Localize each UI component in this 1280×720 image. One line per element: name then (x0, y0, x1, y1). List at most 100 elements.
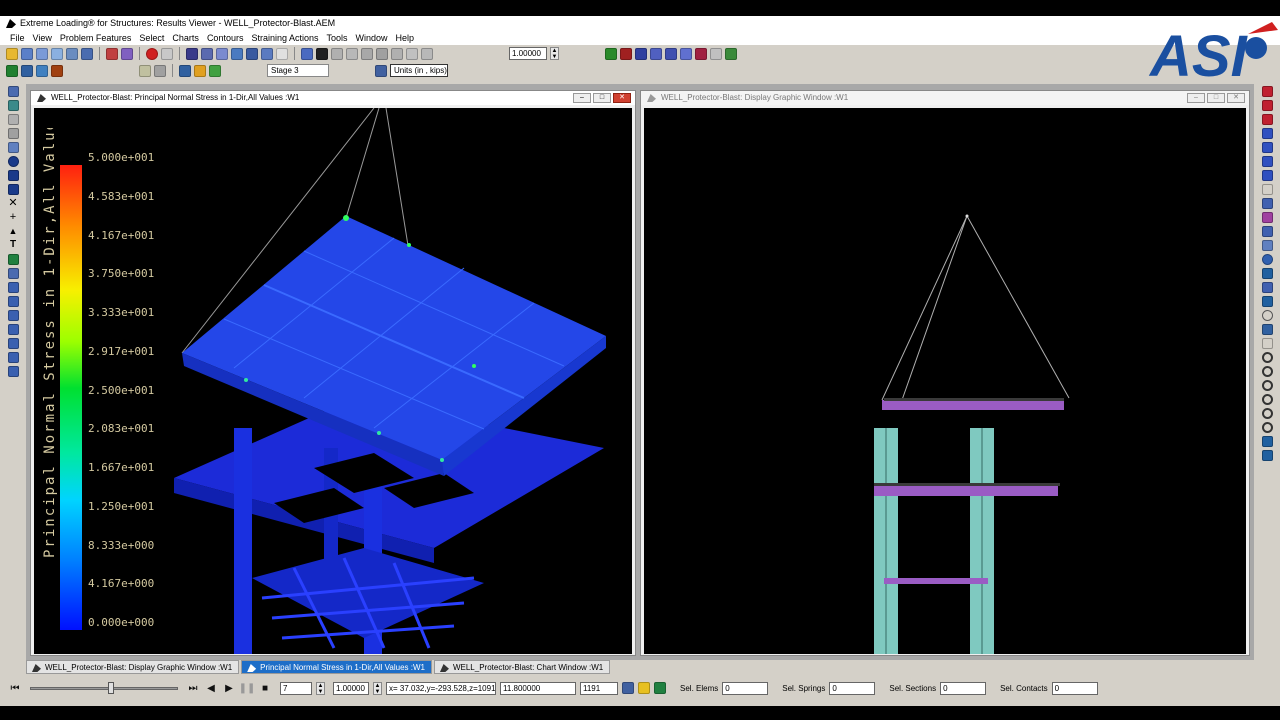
rewind-icon[interactable]: ⏮ (8, 682, 22, 695)
play-icon[interactable]: ▶ (222, 682, 236, 695)
menu-view[interactable]: View (29, 31, 56, 45)
scale-spinner[interactable]: ▲ ▼ (550, 47, 559, 60)
print-icon[interactable] (51, 47, 63, 60)
save-icon[interactable] (21, 47, 33, 60)
menu-tools[interactable]: Tools (323, 31, 352, 45)
animate-icon[interactable] (654, 682, 666, 694)
layers-icon[interactable] (1261, 282, 1273, 293)
menu-charts[interactable]: Charts (168, 31, 203, 45)
copy-icon[interactable] (66, 47, 78, 60)
triangle-icon[interactable]: ▲ (7, 226, 19, 237)
units-field[interactable]: Units (in , kips) (390, 64, 448, 77)
section-tool-icon[interactable] (331, 47, 343, 60)
zoom-window-icon[interactable] (1261, 380, 1273, 391)
open-icon[interactable] (6, 47, 18, 60)
fit-view-icon[interactable] (276, 47, 288, 60)
menu-help[interactable]: Help (392, 31, 419, 45)
plus-icon[interactable]: + (7, 212, 19, 223)
filter-tool-icon[interactable] (406, 47, 418, 60)
stress-viewport[interactable]: Principal Normal Stress in 1-Dir,All Val… (34, 108, 632, 654)
zoom-fit-icon[interactable] (1261, 408, 1273, 419)
probe-tool-icon[interactable] (391, 47, 403, 60)
export-icon[interactable] (638, 682, 650, 694)
view-iso-icon[interactable] (231, 47, 243, 60)
link-tool-icon[interactable] (346, 47, 358, 60)
menu-window[interactable]: Window (352, 31, 392, 45)
color-red-icon[interactable] (1261, 86, 1273, 97)
save-as-icon[interactable] (36, 47, 48, 60)
render-icon[interactable] (186, 47, 198, 60)
color-blue-4-icon[interactable] (1261, 170, 1273, 181)
shade-icon[interactable] (201, 47, 213, 60)
axes-icon[interactable] (1261, 324, 1273, 335)
materials-icon[interactable] (51, 64, 63, 77)
view-options-icon[interactable] (216, 47, 228, 60)
tab-display-graphic[interactable]: WELL_Protector-Blast: Display Graphic Wi… (26, 660, 240, 674)
menu-problem-features[interactable]: Problem Features (56, 31, 136, 45)
menu-select[interactable]: Select (135, 31, 168, 45)
tab-chart-window[interactable]: WELL_Protector-Blast: Chart Window :W1 (433, 660, 611, 674)
view-reset-icon[interactable] (695, 47, 707, 60)
point-icon[interactable] (7, 156, 19, 167)
zoom-box-icon[interactable] (710, 47, 722, 60)
view-front-icon[interactable] (605, 47, 617, 60)
cube-right-icon[interactable] (7, 324, 19, 335)
maximize-button[interactable]: □ (1207, 93, 1225, 103)
scale-input[interactable]: 1.00000 (509, 47, 547, 60)
display-icon[interactable] (1261, 268, 1273, 279)
view-back-icon[interactable] (620, 47, 632, 60)
menu-file[interactable]: File (6, 31, 29, 45)
view-bottom-icon[interactable] (665, 47, 677, 60)
redo-icon[interactable] (121, 47, 133, 60)
capture-icon[interactable] (622, 682, 634, 694)
zoom-in-icon[interactable] (1261, 352, 1273, 363)
playback-scale-input[interactable]: 1.00000 (333, 681, 369, 695)
view-left-icon[interactable] (635, 47, 647, 60)
display-window-titlebar[interactable]: WELL_Protector-Blast: Display Graphic Wi… (641, 91, 1249, 105)
stress-window-titlebar[interactable]: WELL_Protector-Blast: Principal Normal S… (31, 91, 635, 105)
stage-select[interactable]: Stage 3 (267, 64, 329, 77)
sphere-icon[interactable] (1261, 254, 1273, 265)
measure-icon[interactable] (301, 47, 313, 60)
image-tool-icon[interactable] (7, 254, 19, 265)
stop-icon[interactable]: ■ (258, 682, 272, 695)
step-back-icon[interactable]: ◀ (204, 682, 218, 695)
contact-tool-icon[interactable] (376, 47, 388, 60)
wireframe-icon[interactable] (1261, 240, 1273, 251)
stress-contour-window[interactable]: WELL_Protector-Blast: Principal Normal S… (30, 90, 636, 656)
pause-record-icon[interactable] (161, 47, 173, 60)
mesh-icon[interactable] (21, 64, 33, 77)
color-blue-2-icon[interactable] (1261, 142, 1273, 153)
refresh-icon[interactable] (725, 47, 737, 60)
display-viewport[interactable] (644, 108, 1246, 654)
grid-icon[interactable] (1261, 296, 1273, 307)
select-node-icon[interactable] (7, 100, 19, 111)
color-blue-icon[interactable] (1261, 128, 1273, 139)
rotate-icon[interactable] (1261, 436, 1273, 447)
hide-icon[interactable] (1261, 198, 1273, 209)
step-spinner[interactable]: ▲ ▼ (316, 681, 325, 695)
pan-hand-icon[interactable] (1261, 338, 1273, 349)
view-top-icon[interactable] (261, 47, 273, 60)
select-pointer-icon[interactable] (7, 86, 19, 97)
minimize-button[interactable]: – (1187, 93, 1205, 103)
maximize-button[interactable]: □ (593, 93, 611, 103)
step-forward-icon[interactable]: ⏭ (186, 682, 200, 695)
view-perspective-icon[interactable] (680, 47, 692, 60)
elements-icon[interactable] (36, 64, 48, 77)
cube-back-icon[interactable] (7, 296, 19, 307)
text-tool-icon[interactable]: T (7, 240, 19, 251)
diamond-icon[interactable] (7, 170, 19, 181)
record-icon[interactable] (146, 47, 158, 60)
target-icon[interactable] (1261, 310, 1273, 321)
cube-top-icon[interactable] (7, 338, 19, 349)
select-element-icon[interactable] (7, 114, 19, 125)
view-grid-icon[interactable] (246, 47, 258, 60)
select-region-icon[interactable] (7, 142, 19, 153)
menu-contours[interactable]: Contours (203, 31, 248, 45)
cube-left-icon[interactable] (7, 310, 19, 321)
zoom-out-icon[interactable] (1261, 366, 1273, 377)
square-icon[interactable] (7, 184, 19, 195)
show-icon[interactable] (1261, 212, 1273, 223)
cube-iso-icon[interactable] (7, 366, 19, 377)
